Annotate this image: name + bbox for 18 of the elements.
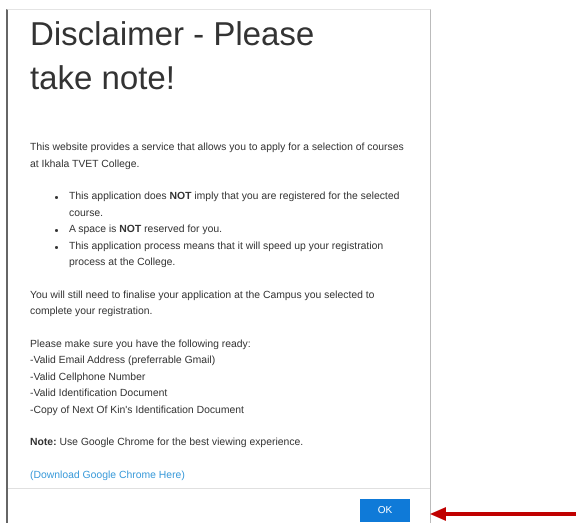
note-text: Note: Use Google Chrome for the best viewing experience. xyxy=(30,436,304,450)
requirement-item: -Valid Identification Document xyxy=(30,387,168,401)
finalise-text: You will still need to finalise your application at the Campus you selected to complete your registration. xyxy=(30,288,376,319)
bullet-icon xyxy=(55,196,58,199)
bullet-item: This application process means that it will speed up your registration process at the College. xyxy=(69,240,384,270)
bullet-icon xyxy=(55,246,58,248)
requirements-heading: Please make sure you have the following ready: xyxy=(30,338,252,352)
ok-button[interactable]: OK xyxy=(360,499,410,522)
download-link[interactable]: (Download Google Chrome Here) xyxy=(30,470,185,480)
intro-text: This website provides a service that allows you to apply for a selection of courses at Ikhala TVET College. xyxy=(30,141,405,172)
bullet-item: This application does NOT imply that you are registered for the selected course. xyxy=(69,190,400,220)
bullet-item: A space is NOT reserved for you. xyxy=(69,223,222,237)
requirement-item: -Valid Cellphone Number xyxy=(30,370,146,384)
requirement-item: -Valid Email Address (preferrable Gmail) xyxy=(30,354,216,368)
arrow-icon xyxy=(430,507,576,521)
bullet-icon xyxy=(55,229,58,232)
dialog-title: Disclaimer - Please take note! xyxy=(30,14,316,98)
requirement-item: -Copy of Next Of Kin's Identification Document xyxy=(30,404,245,418)
